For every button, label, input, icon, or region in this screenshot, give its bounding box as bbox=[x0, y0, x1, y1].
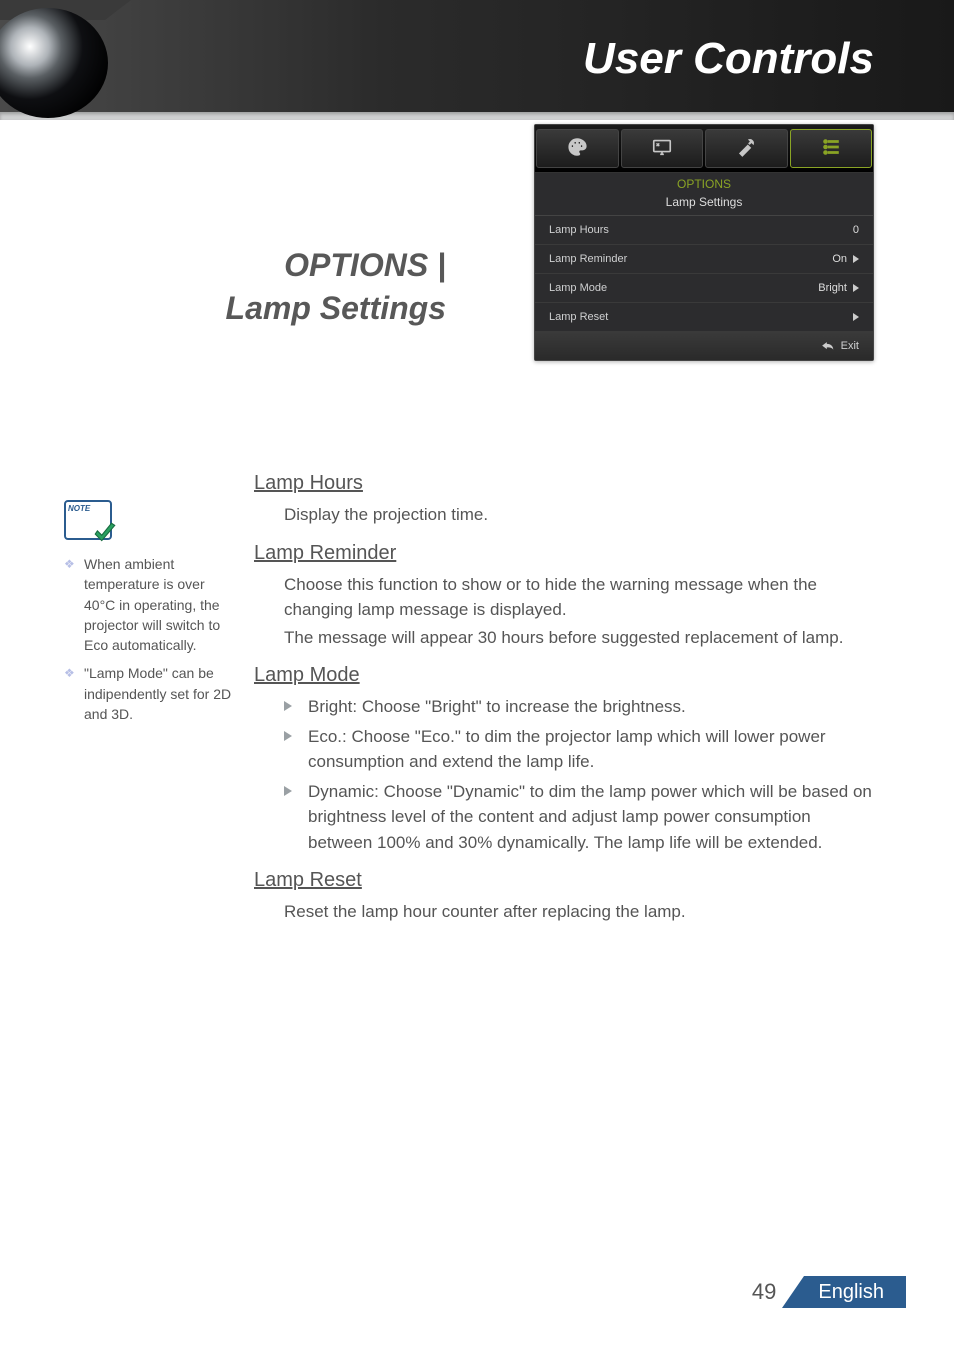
chevron-right-icon bbox=[853, 284, 859, 292]
osd-row-lamp-hours[interactable]: Lamp Hours 0 bbox=[535, 216, 873, 245]
list-item-text: Dynamic: Choose "Dynamic" to dim the lam… bbox=[308, 779, 874, 856]
list-item: Dynamic: Choose "Dynamic" to dim the lam… bbox=[254, 779, 874, 856]
camera-lens-graphic bbox=[0, 8, 108, 118]
heading-lamp-hours: Lamp Hours bbox=[254, 468, 874, 498]
triangle-bullet-icon bbox=[284, 701, 294, 711]
list-item-text: Eco.: Choose "Eco." to dim the projector… bbox=[308, 724, 874, 775]
heading-lamp-reset: Lamp Reset bbox=[254, 865, 874, 895]
section-title-line2: Lamp Settings bbox=[60, 287, 446, 330]
block-lamp-reset: Lamp Reset Reset the lamp hour counter a… bbox=[254, 865, 874, 925]
block-lamp-hours: Lamp Hours Display the projection time. bbox=[254, 468, 874, 528]
osd-heading: OPTIONS bbox=[535, 173, 873, 193]
list-item: Bright: Choose "Bright" to increase the … bbox=[254, 694, 874, 720]
heading-lamp-reminder: Lamp Reminder bbox=[254, 538, 874, 568]
note-icon: NOTE bbox=[64, 500, 112, 540]
osd-tab-options[interactable] bbox=[790, 129, 873, 168]
note-item: ❖ When ambient temperature is over 40°C … bbox=[64, 554, 232, 655]
sliders-icon bbox=[818, 136, 844, 161]
paragraph: Choose this function to show or to hide … bbox=[254, 572, 874, 623]
osd-exit-label[interactable]: Exit bbox=[841, 340, 859, 352]
osd-tab-display[interactable] bbox=[621, 129, 704, 168]
diamond-bullet-icon: ❖ bbox=[64, 556, 76, 655]
header-tab-shape bbox=[0, 0, 954, 20]
osd-menu-panel: OPTIONS Lamp Settings Lamp Hours 0 Lamp … bbox=[534, 124, 874, 361]
language-badge: English bbox=[804, 1276, 906, 1308]
chevron-right-icon bbox=[853, 313, 859, 321]
page-header: User Controls bbox=[0, 0, 954, 112]
paragraph: Display the projection time. bbox=[254, 502, 874, 528]
osd-row-value: Bright bbox=[818, 282, 847, 294]
osd-row-lamp-mode[interactable]: Lamp Mode Bright bbox=[535, 274, 873, 303]
note-text: When ambient temperature is over 40°C in… bbox=[84, 554, 232, 655]
paragraph: Reset the lamp hour counter after replac… bbox=[254, 899, 874, 925]
osd-tab-image[interactable] bbox=[536, 129, 619, 168]
back-arrow-icon bbox=[821, 341, 835, 351]
osd-row-value: 0 bbox=[853, 224, 859, 236]
footer-angle-shape bbox=[782, 1276, 804, 1308]
header-divider bbox=[0, 112, 954, 120]
osd-footer: Exit bbox=[535, 332, 873, 360]
page-footer: 49 English bbox=[752, 1276, 906, 1308]
paragraph: The message will appear 30 hours before … bbox=[254, 625, 874, 651]
main-content: Lamp Hours Display the projection time. … bbox=[254, 468, 874, 935]
osd-subheading: Lamp Settings bbox=[535, 193, 873, 216]
osd-tab-strip bbox=[535, 125, 873, 173]
page-title: User Controls bbox=[583, 34, 874, 84]
chevron-right-icon bbox=[853, 255, 859, 263]
diamond-bullet-icon: ❖ bbox=[64, 665, 76, 724]
osd-row-label: Lamp Mode bbox=[549, 282, 607, 294]
osd-row-lamp-reset[interactable]: Lamp Reset bbox=[535, 303, 873, 332]
osd-row-label: Lamp Hours bbox=[549, 224, 609, 236]
block-lamp-reminder: Lamp Reminder Choose this function to sh… bbox=[254, 538, 874, 651]
osd-tab-setup[interactable] bbox=[705, 129, 788, 168]
page-number: 49 bbox=[752, 1279, 776, 1305]
heading-lamp-mode: Lamp Mode bbox=[254, 660, 874, 690]
section-title-line1: OPTIONS | bbox=[60, 244, 446, 287]
osd-row-lamp-reminder[interactable]: Lamp Reminder On bbox=[535, 245, 873, 274]
osd-row-label: Lamp Reset bbox=[549, 311, 608, 323]
list-item-text: Bright: Choose "Bright" to increase the … bbox=[308, 694, 686, 720]
section-title: OPTIONS | Lamp Settings bbox=[60, 244, 446, 330]
palette-icon bbox=[564, 136, 590, 161]
note-text: "Lamp Mode" can be indipendently set for… bbox=[84, 663, 232, 724]
triangle-bullet-icon bbox=[284, 786, 294, 796]
tools-icon bbox=[733, 136, 759, 161]
osd-row-value: On bbox=[832, 253, 847, 265]
triangle-bullet-icon bbox=[284, 731, 294, 741]
block-lamp-mode: Lamp Mode Bright: Choose "Bright" to inc… bbox=[254, 660, 874, 855]
osd-row-label: Lamp Reminder bbox=[549, 253, 627, 265]
notes-sidebar: NOTE ❖ When ambient temperature is over … bbox=[64, 500, 232, 732]
list-item: Eco.: Choose "Eco." to dim the projector… bbox=[254, 724, 874, 775]
note-item: ❖ "Lamp Mode" can be indipendently set f… bbox=[64, 663, 232, 724]
monitor-icon bbox=[649, 136, 675, 161]
